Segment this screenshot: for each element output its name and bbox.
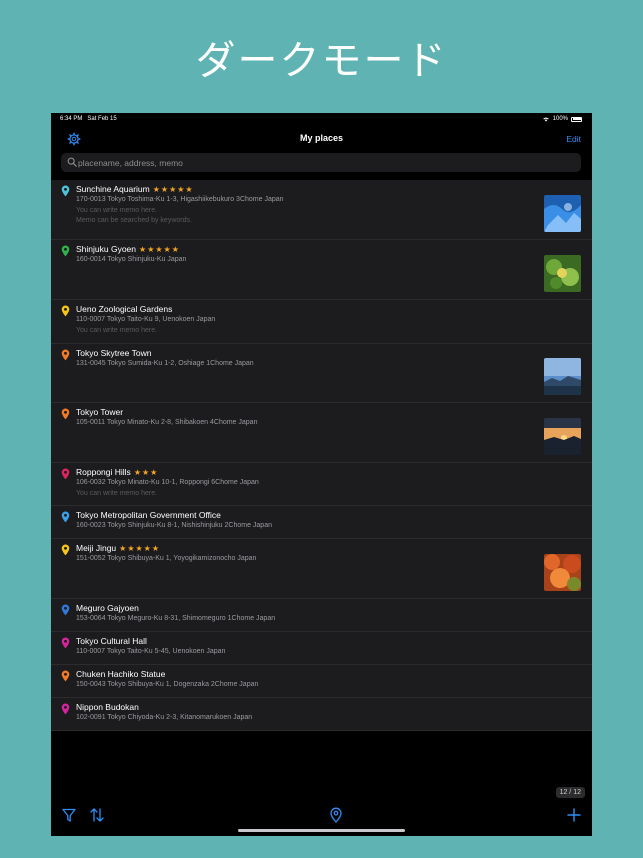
- place-memo: You can write memo here.: [76, 327, 158, 334]
- place-name: Tokyo Cultural Hall: [76, 636, 147, 646]
- place-name: Tokyo Tower: [76, 407, 124, 417]
- map-pin-icon: [61, 185, 70, 197]
- place-address: 110-0007 Tokyo Taito-Ku 5-45, Uenokoen J…: [76, 648, 226, 655]
- list-item[interactable]: Meguro Gajyoen 153-0064 Tokyo Meguro-Ku 8…: [51, 599, 592, 632]
- place-name: Meiji Jingu: [76, 543, 117, 553]
- place-name: Sunchine Aquarium: [76, 184, 150, 194]
- place-photo[interactable]: [544, 195, 581, 232]
- place-address: 150-0043 Tokyo Shibuya-Ku 1, Dogenzaka 2…: [76, 681, 259, 688]
- sort-icon[interactable]: [89, 807, 105, 823]
- device-screen: 6:34 PM Sat Feb 15 100% My places Edit p…: [51, 113, 592, 836]
- list-item[interactable]: Ueno Zoological Gardens 110-0007 Tokyo Ta…: [51, 300, 592, 344]
- location-pin-icon[interactable]: [328, 807, 344, 823]
- place-name: Shinjuku Gyoen: [76, 244, 137, 254]
- bottom-toolbar: 12 / 12: [51, 776, 592, 836]
- map-pin-icon: [61, 703, 70, 715]
- list-item[interactable]: Tokyo Tower 105-0011 Tokyo Minato-Ku 2-8,…: [51, 403, 592, 463]
- place-address: 170-0013 Tokyo Toshima-Ku 1-3, Higashiik…: [76, 196, 284, 203]
- navigation-bar: My places Edit: [51, 127, 592, 151]
- place-name: Nippon Budokan: [76, 702, 139, 712]
- search-icon: [67, 157, 77, 167]
- place-memo: Memo can be searched by keywords.: [76, 217, 192, 224]
- place-name: Tokyo Metropolitan Government Office: [76, 510, 221, 520]
- list-item[interactable]: Meiji Jingu ★★★★★ 151-0052 Tokyo Shibuya-K…: [51, 539, 592, 599]
- search-bar[interactable]: [61, 153, 581, 172]
- list-item[interactable]: Chuken Hachiko Statue 150-0043 Tokyo Shib…: [51, 665, 592, 698]
- map-pin-icon: [61, 511, 70, 523]
- place-name: Chuken Hachiko Statue: [76, 669, 166, 679]
- promo-title: ダークモード: [195, 38, 448, 84]
- battery-icon: [571, 116, 582, 122]
- map-pin-icon: [61, 637, 70, 649]
- map-pin-icon: [61, 670, 70, 682]
- place-photo[interactable]: [544, 554, 581, 591]
- place-photo[interactable]: [544, 255, 581, 292]
- battery-percent: 100%: [552, 116, 568, 122]
- place-memo: You can write memo here.: [76, 490, 158, 497]
- place-address: 160-0014 Tokyo Shinjuku-Ku Japan: [76, 256, 187, 263]
- place-name: Meguro Gajyoen: [76, 603, 139, 613]
- place-photo[interactable]: [544, 358, 581, 395]
- rating-stars: ★★★: [133, 468, 159, 477]
- wifi-icon: [542, 117, 549, 122]
- place-address: 131-0045 Tokyo Sumida-Ku 1-2, Oshiage 1C…: [76, 360, 254, 367]
- place-address: 106-0032 Tokyo Minato-Ku 10-1, Roppongi …: [76, 479, 259, 486]
- status-date: Sat Feb 15: [87, 116, 117, 122]
- list-item[interactable]: Nippon Budokan 102-0091 Tokyo Chiyoda-Ku …: [51, 698, 592, 731]
- place-name: Roppongi Hills: [76, 467, 131, 477]
- rating-stars: ★★★★★: [152, 185, 194, 194]
- list-item[interactable]: Shinjuku Gyoen ★★★★★ 160-0014 Tokyo Shinju…: [51, 240, 592, 300]
- map-pin-icon: [61, 245, 70, 257]
- place-address: 105-0011 Tokyo Minato-Ku 2-8, Shibakoen …: [76, 419, 258, 426]
- map-pin-icon: [61, 544, 70, 556]
- place-address: 160-0023 Tokyo Shinjuku-Ku 8-1, Nishishi…: [76, 522, 272, 529]
- place-name: Tokyo Skytree Town: [76, 348, 152, 358]
- list-item[interactable]: Tokyo Cultural Hall 110-0007 Tokyo Taito-…: [51, 632, 592, 665]
- places-list: Sunchine Aquarium ★★★★★ 170-0013 Tokyo Tos…: [51, 180, 592, 731]
- status-bar: 6:34 PM Sat Feb 15 100%: [51, 113, 592, 127]
- place-photo[interactable]: [544, 418, 581, 455]
- place-name: Ueno Zoological Gardens: [76, 304, 173, 314]
- filter-icon[interactable]: [61, 807, 77, 823]
- page-title: My places: [299, 133, 344, 143]
- place-address: 110-0007 Tokyo Taito-Ku 9, Uenokoen Japa…: [76, 316, 216, 323]
- edit-button[interactable]: Edit: [566, 134, 581, 144]
- map-pin-icon: [61, 604, 70, 616]
- status-time: 6:34 PM: [60, 116, 83, 122]
- rating-stars: ★★★★★: [119, 544, 161, 553]
- list-item[interactable]: Sunchine Aquarium ★★★★★ 170-0013 Tokyo Tos…: [51, 180, 592, 240]
- place-address: 102-0091 Tokyo Chiyoda-Ku 2-3, Kitanomar…: [76, 714, 253, 721]
- add-icon[interactable]: [566, 807, 582, 823]
- map-pin-icon: [61, 468, 70, 480]
- list-item[interactable]: Tokyo Metropolitan Government Office 160-…: [51, 506, 592, 539]
- map-pin-icon: [61, 349, 70, 361]
- map-pin-icon: [61, 305, 70, 317]
- search-input[interactable]: [78, 153, 573, 172]
- place-memo: You can write memo here.: [76, 207, 158, 214]
- map-pin-icon: [61, 408, 70, 420]
- count-badge: 12 / 12: [555, 787, 585, 798]
- rating-stars: ★★★★★: [139, 245, 180, 254]
- place-address: 153-0064 Tokyo Meguro-Ku 8-31, Shimomegu…: [76, 615, 276, 622]
- place-address: 151-0052 Tokyo Shibuya-Ku 1, Yoyogikamiz…: [76, 555, 257, 562]
- list-item[interactable]: Roppongi Hills ★★★ 106-0032 Tokyo Minato-K…: [51, 463, 592, 506]
- list-item[interactable]: Tokyo Skytree Town 131-0045 Tokyo Sumida-…: [51, 344, 592, 403]
- home-indicator[interactable]: [238, 829, 405, 832]
